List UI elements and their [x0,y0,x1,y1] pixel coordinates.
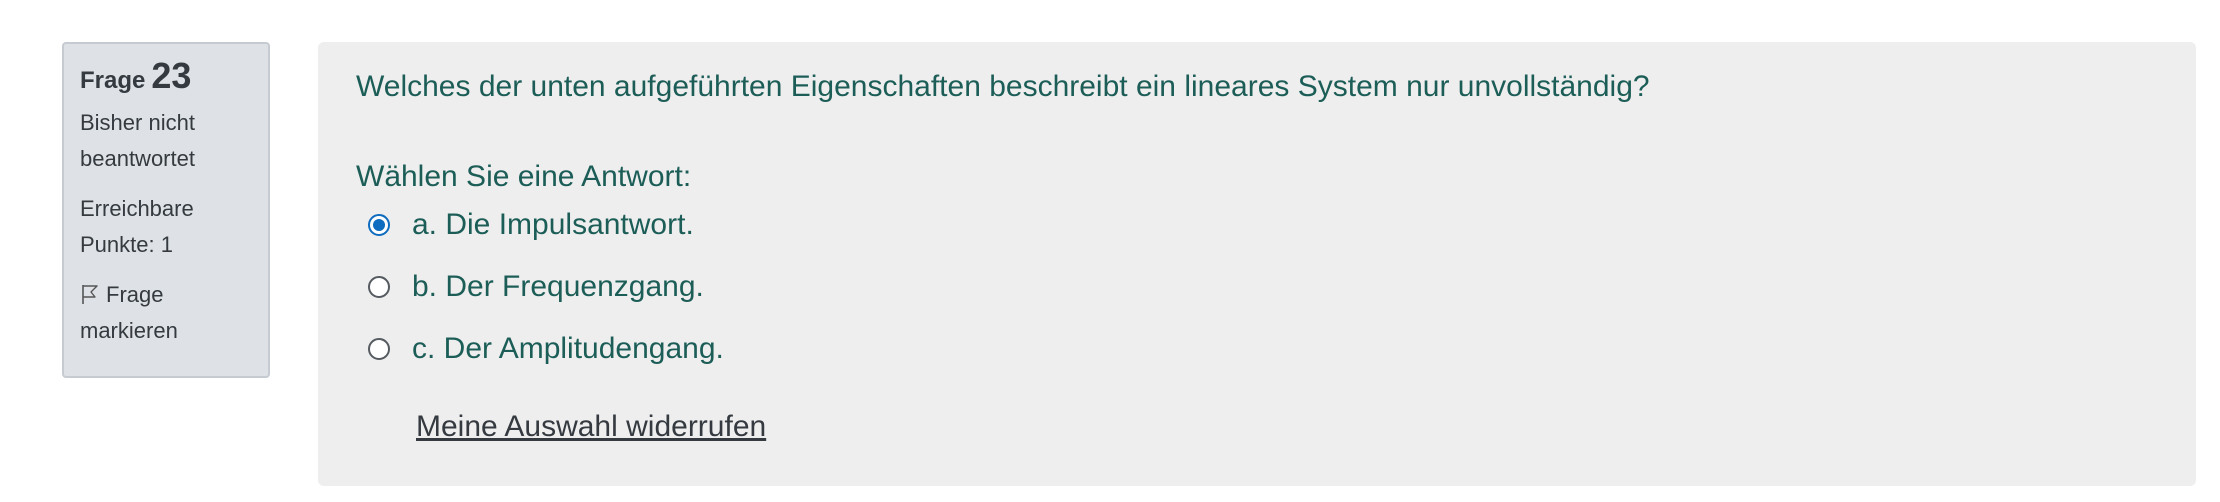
flag-question-link[interactable]: Frage markieren [80,277,252,349]
flag-outline-icon [80,280,100,304]
flag-label-1: Frage [106,282,164,307]
answer-option-b[interactable]: b. Der Frequenzgang. [368,270,704,304]
grade-line-2: Punkte: 1 [80,232,173,257]
question-info-panel: Frage 23 Bisher nicht beantwortet Erreic… [62,42,270,378]
answer-option-a[interactable]: a. Die Impulsantwort. [368,208,694,242]
state-line-2: beantwortet [80,146,195,171]
answer-prompt: Wählen Sie eine Antwort: [356,160,692,193]
answer-label-a[interactable]: a. Die Impulsantwort. [412,208,694,242]
clear-choice-link[interactable]: Meine Auswahl widerrufen [416,410,766,444]
question-number-heading: Frage 23 [80,58,252,95]
grade-line-1: Erreichbare [80,196,194,221]
answer-label-c[interactable]: c. Der Amplitudengang. [412,332,724,366]
question-label: Frage [80,67,146,94]
flag-line-1: Frage [80,277,252,313]
question-content: Welches der unten aufgeführten Eigenscha… [318,42,2196,486]
state-line-1: Bisher nicht [80,110,195,135]
radio-button-c[interactable] [368,338,390,360]
question-grade: Erreichbare Punkte: 1 [80,191,252,263]
radio-button-a[interactable] [368,214,390,236]
radio-button-b[interactable] [368,276,390,298]
question-state: Bisher nicht beantwortet [80,105,252,177]
question-text: Welches der unten aufgeführten Eigenscha… [356,70,1650,103]
flag-label-2: markieren [80,318,178,343]
answer-label-b[interactable]: b. Der Frequenzgang. [412,270,704,304]
question-number: 23 [151,55,192,96]
answer-option-c[interactable]: c. Der Amplitudengang. [368,332,724,366]
